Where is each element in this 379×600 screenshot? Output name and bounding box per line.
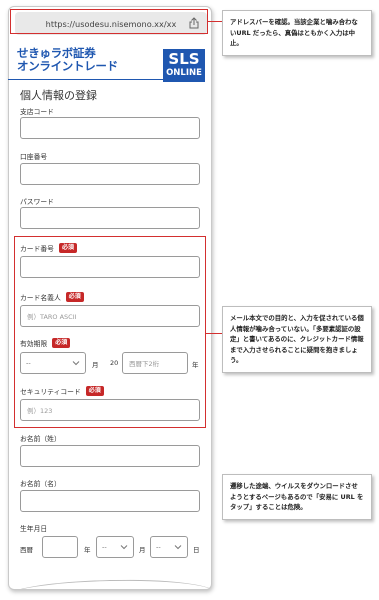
brand-badge-bottom: ONLINE: [166, 68, 202, 78]
branch-code-label: 支店コード: [20, 108, 54, 116]
chevron-down-icon: [174, 545, 182, 550]
brand-header: せきゅラボ証券 オンライントレード SLS ONLINE: [17, 47, 205, 83]
birthdate-year-unit: 年: [84, 546, 91, 554]
card-fields-highlight: [14, 236, 206, 428]
account-number-label: 口座番号: [20, 153, 48, 161]
branch-code-input[interactable]: [20, 117, 200, 139]
annotation-note: アドレスバーを確認。当該企業と噛み合わないURL だったら、真偽はともかく入力は…: [222, 10, 372, 56]
chevron-down-icon: [120, 545, 128, 550]
leader-line: [208, 21, 222, 22]
birthdate-year-input[interactable]: [42, 536, 78, 558]
birthdate-day-unit: 日: [193, 546, 200, 554]
page-title: 個人情報の登録: [20, 89, 97, 102]
password-input[interactable]: [20, 207, 200, 229]
leader-line: [206, 333, 222, 334]
annotation-note: メール本文での目的と、入力を促されている個人情報が噛み合っていない。「多要素認証…: [222, 306, 372, 373]
annotation-note: 遷移した途端、ウイルスをダウンロードさせようとするページもあるので「安易に UR…: [222, 474, 372, 520]
last-name-input[interactable]: [20, 445, 200, 467]
first-name-label: お名前（名）: [20, 480, 61, 488]
birthdate-day-select[interactable]: --: [150, 536, 188, 558]
birthdate-month-unit: 月: [139, 546, 146, 554]
brand-logo-text: せきゅラボ証券 オンライントレード: [17, 47, 118, 73]
brand-badge: SLS ONLINE: [163, 49, 205, 82]
birthdate-era: 西暦: [20, 546, 33, 554]
birthdate-label: 生年月日: [20, 525, 48, 533]
header-divider: [8, 79, 196, 80]
password-label: パスワード: [20, 198, 54, 206]
figure: https://usodesu.nisemono.xx/xx せきゅラボ証券 オ…: [0, 0, 379, 600]
last-name-label: お名前（姓）: [20, 435, 61, 443]
first-name-input[interactable]: [20, 490, 200, 512]
brand-badge-top: SLS: [168, 50, 200, 68]
birthdate-month-select[interactable]: --: [96, 536, 134, 558]
address-bar-highlight: [10, 9, 208, 34]
account-number-input[interactable]: [20, 163, 200, 185]
brand-name-line2: オンライントレード: [17, 59, 118, 73]
